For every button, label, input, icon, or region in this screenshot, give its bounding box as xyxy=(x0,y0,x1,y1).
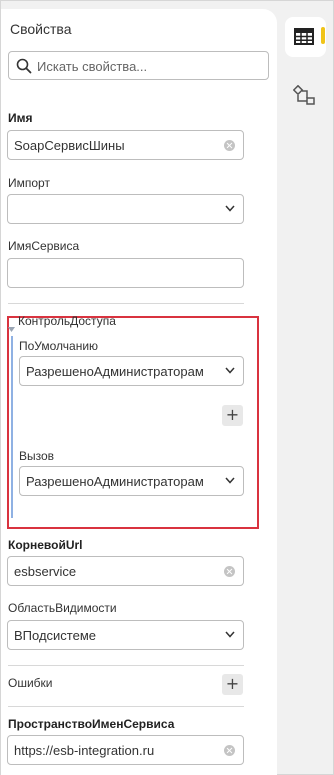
search-box[interactable] xyxy=(8,51,269,80)
collapse-arrow-icon[interactable] xyxy=(8,327,15,333)
group-indent-line xyxy=(11,336,13,518)
divider xyxy=(8,665,244,666)
tab-properties[interactable] xyxy=(285,17,326,57)
clear-icon[interactable] xyxy=(224,745,235,756)
errors-label: Ошибки xyxy=(8,676,53,690)
panel-title: Свойства xyxy=(10,21,72,37)
name-field[interactable]: SoapСервисШины xyxy=(7,130,244,160)
add-access-button[interactable]: + xyxy=(222,405,243,426)
chevron-down-icon xyxy=(225,631,235,638)
service-name-label: ИмяСервиса xyxy=(8,239,80,253)
visibility-select[interactable]: ВПодсистеме xyxy=(7,620,244,650)
properties-panel: Свойства Имя SoapСервисШины Импорт ИмяСе… xyxy=(1,9,277,775)
default-access-select[interactable]: РазрешеноАдминистраторам xyxy=(19,356,244,386)
root-url-field[interactable]: esbservice xyxy=(7,556,244,586)
service-name-field[interactable] xyxy=(7,258,244,288)
call-access-select[interactable]: РазрешеноАдминистраторам xyxy=(19,466,244,496)
search-input[interactable] xyxy=(37,56,262,76)
default-access-label: ПоУмолчанию xyxy=(19,339,99,353)
plus-icon: + xyxy=(225,405,240,424)
chevron-down-icon xyxy=(225,205,235,212)
chevron-down-icon xyxy=(225,477,235,484)
visibility-label: ОбластьВидимости xyxy=(8,601,117,615)
add-error-button[interactable]: + xyxy=(222,674,243,695)
namespace-label: ПространствоИменСервиса xyxy=(8,717,175,731)
name-value: SoapСервисШины xyxy=(14,138,125,153)
table-icon xyxy=(294,28,314,45)
name-label: Имя xyxy=(8,111,33,125)
clear-icon[interactable] xyxy=(224,140,235,151)
divider xyxy=(8,303,244,304)
divider xyxy=(8,706,244,707)
visibility-value: ВПодсистеме xyxy=(14,628,97,643)
root-url-label: КорневойUrl xyxy=(8,538,83,552)
access-control-label[interactable]: КонтрольДоступа xyxy=(18,314,116,328)
clear-icon[interactable] xyxy=(224,566,235,577)
call-access-value: РазрешеноАдминистраторам xyxy=(26,474,204,489)
import-select[interactable] xyxy=(7,194,244,224)
chevron-down-icon xyxy=(225,367,235,374)
plus-icon: + xyxy=(225,674,240,693)
root-url-value: esbservice xyxy=(14,564,77,579)
call-access-label: Вызов xyxy=(19,449,55,463)
default-access-value: РазрешеноАдминистраторам xyxy=(26,364,204,379)
diagram-icon[interactable] xyxy=(293,85,317,107)
namespace-value: https://esb-integration.ru xyxy=(14,743,155,758)
active-tab-indicator xyxy=(321,27,325,44)
search-icon xyxy=(16,58,32,74)
import-label: Импорт xyxy=(8,176,50,190)
namespace-field[interactable]: https://esb-integration.ru xyxy=(7,735,244,765)
